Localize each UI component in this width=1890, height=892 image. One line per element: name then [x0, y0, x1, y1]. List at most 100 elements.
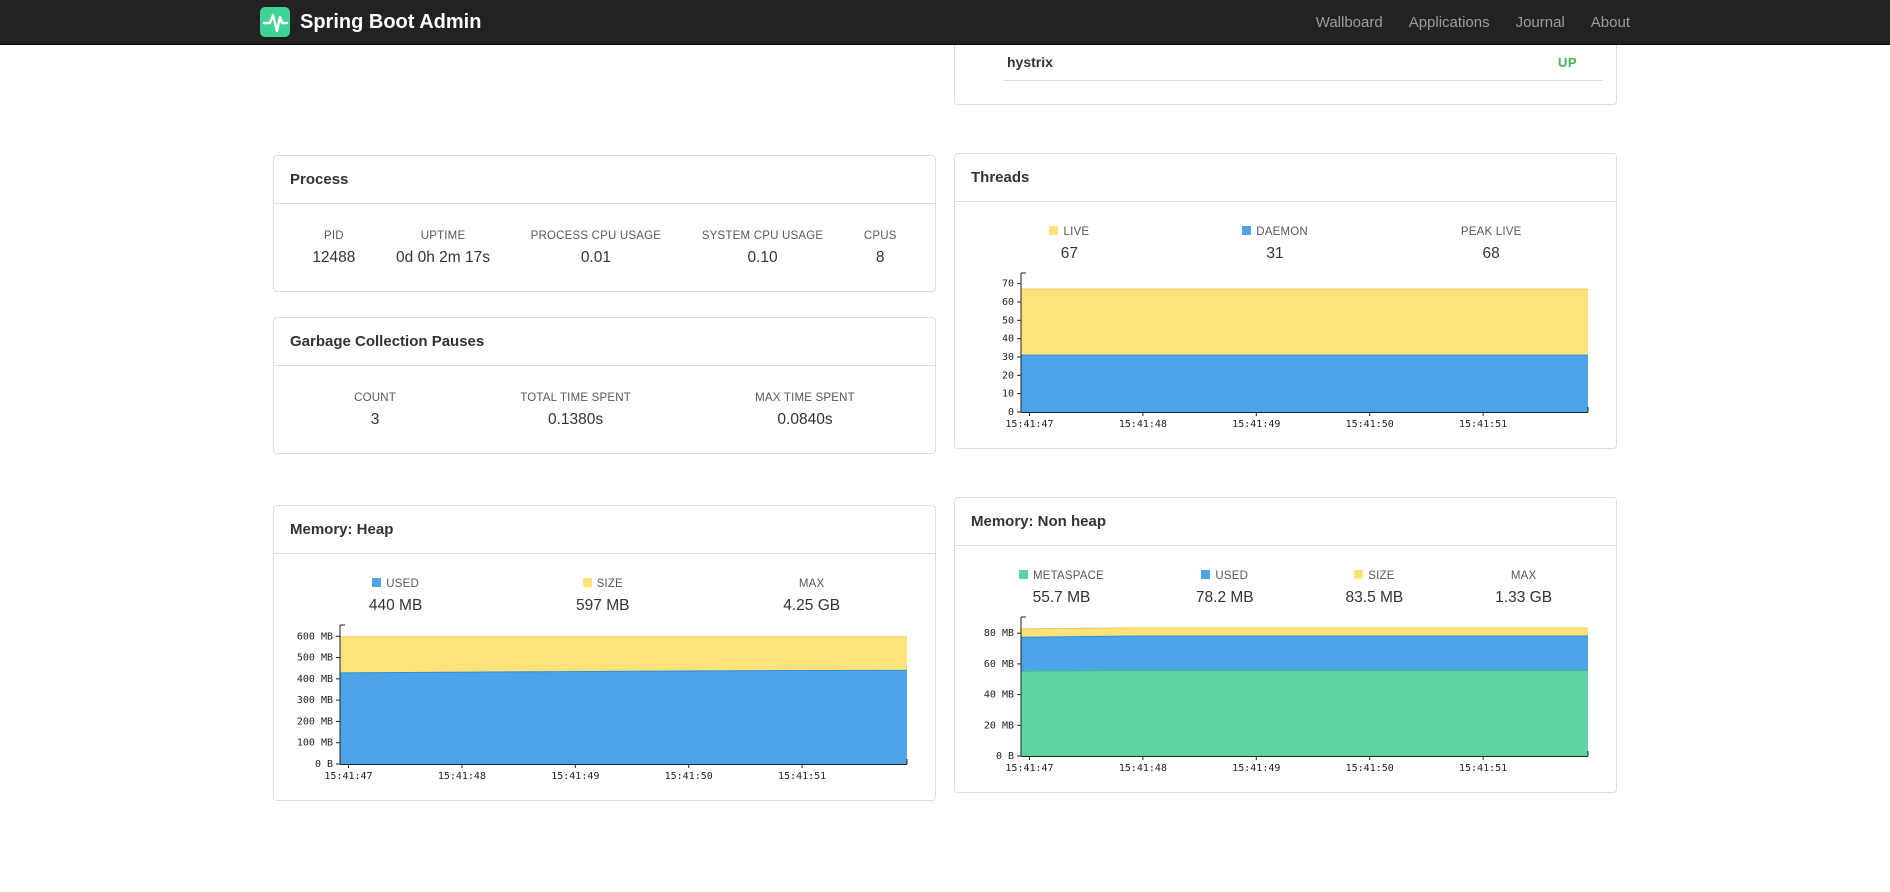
stat-heap-size: SIZE 597 MB	[576, 578, 629, 615]
heap-used-legend-swatch	[372, 578, 382, 587]
svg-text:40: 40	[1002, 334, 1014, 345]
nav-about[interactable]: About	[1591, 14, 1630, 31]
stat-daemon-value: 31	[1266, 245, 1284, 262]
stat-count-label: COUNT	[354, 392, 396, 404]
stat-uptime: UPTIME 0d 0h 2m 17s	[396, 230, 490, 267]
stat-system-cpu-usage: SYSTEM CPU USAGE 0.10	[702, 230, 823, 267]
stat-heap-used-label: USED	[369, 578, 422, 590]
application-row-hystrix[interactable]: hystrix UP	[1003, 45, 1603, 81]
stat-heap-used-value: 440 MB	[368, 597, 423, 614]
non-heap-legend: METASPACE 55.7 MB USED 78.2 MB SIZE 83.5…	[955, 546, 1616, 613]
stat-nonheap-max-label: MAX	[1510, 570, 1537, 582]
stat-process-cpu-usage-value: 0.01	[580, 249, 611, 266]
stat-heap-max: MAX 4.25 GB	[783, 578, 840, 615]
svg-text:80 MB: 80 MB	[984, 628, 1014, 639]
svg-text:15:41:48: 15:41:48	[1119, 763, 1167, 774]
right-column: hystrix UP Threads LIVE 67 DAEMON 31 PEA…	[954, 45, 1617, 793]
heap-legend: USED 440 MB SIZE 597 MB MAX 4.25 GB	[274, 554, 935, 621]
nav-links: Wallboard Applications Journal About	[1316, 14, 1630, 31]
stat-process-cpu-usage: PROCESS CPU USAGE 0.01	[531, 230, 662, 267]
svg-text:10: 10	[1002, 389, 1014, 400]
svg-text:15:41:50: 15:41:50	[1346, 763, 1394, 774]
svg-text:0 B: 0 B	[315, 759, 333, 770]
svg-text:400 MB: 400 MB	[297, 674, 333, 685]
stat-nonheap-used-value: 78.2 MB	[1195, 589, 1254, 606]
nav-wallboard[interactable]: Wallboard	[1316, 14, 1383, 31]
nonheap-size-legend-swatch	[1354, 570, 1364, 579]
svg-text:100 MB: 100 MB	[297, 738, 333, 749]
stat-cpus-label: CPUS	[863, 230, 897, 242]
memory-non-heap-panel: Memory: Non heap METASPACE 55.7 MB USED …	[954, 497, 1617, 793]
stat-peak-live-label: PEAK LIVE	[1460, 226, 1522, 238]
stat-system-cpu-usage-value: 0.10	[747, 249, 778, 266]
threads-chart: 0 10 20 30 40 50 60 70 15:41:47 15:41:48 15:41:49 1…	[965, 271, 1598, 436]
svg-text:15:41:47: 15:41:47	[1005, 763, 1053, 774]
left-column: Process PID 12488 UPTIME 0d 0h 2m 17s PR…	[273, 45, 936, 801]
garbage-collection-panel: Garbage Collection Pauses COUNT 3 TOTAL …	[273, 317, 936, 454]
nav-applications[interactable]: Applications	[1409, 14, 1490, 31]
svg-text:15:41:51: 15:41:51	[1459, 763, 1507, 774]
svg-text:15:41:50: 15:41:50	[665, 771, 713, 782]
svg-text:15:41:47: 15:41:47	[1005, 419, 1053, 430]
threads-panel: Threads LIVE 67 DAEMON 31 PEAK LIVE 68 0…	[954, 153, 1617, 449]
stat-nonheap-used-label: USED	[1196, 570, 1254, 582]
metaspace-legend-swatch	[1018, 570, 1028, 579]
process-stats: PID 12488 UPTIME 0d 0h 2m 17s PROCESS CP…	[274, 204, 935, 291]
stat-nonheap-size-label: SIZE	[1346, 570, 1404, 582]
stat-nonheap-max-value: 1.33 GB	[1495, 589, 1553, 606]
threads-legend: LIVE 67 DAEMON 31 PEAK LIVE 68	[955, 202, 1616, 269]
application-name: hystrix	[1007, 54, 1053, 70]
stat-total-time-spent-value: 0.1380s	[547, 411, 604, 428]
svg-text:20: 20	[1002, 370, 1014, 381]
threads-panel-title: Threads	[955, 154, 1616, 202]
stat-max-time-spent-label: MAX TIME SPENT	[755, 392, 855, 404]
stat-cpus: CPUS 8	[864, 230, 897, 267]
stat-peak-live: PEAK LIVE 68	[1461, 226, 1522, 263]
memory-heap-panel: Memory: Heap USED 440 MB SIZE 597 MB MAX…	[273, 505, 936, 801]
nav-journal[interactable]: Journal	[1516, 14, 1565, 31]
heap-memory-chart: 0 B 100 MB 200 MB 300 MB 400 MB 500 MB 600 MB 1…	[284, 623, 917, 788]
stat-nonheap-max: MAX 1.33 GB	[1495, 570, 1552, 607]
stat-nonheap-used: USED 78.2 MB	[1196, 570, 1254, 607]
main-content: Process PID 12488 UPTIME 0d 0h 2m 17s PR…	[273, 45, 1617, 801]
svg-text:15:41:51: 15:41:51	[1459, 419, 1507, 430]
svg-text:15:41:49: 15:41:49	[551, 771, 599, 782]
memory-heap-panel-title: Memory: Heap	[274, 506, 935, 554]
stat-metaspace-value: 55.7 MB	[1032, 589, 1091, 606]
svg-text:15:41:48: 15:41:48	[1119, 419, 1167, 430]
stat-heap-max-label: MAX	[798, 578, 825, 590]
svg-text:15:41:48: 15:41:48	[438, 771, 486, 782]
svg-text:15:41:51: 15:41:51	[778, 771, 826, 782]
brand-link[interactable]: Spring Boot Admin	[260, 7, 481, 37]
svg-text:20 MB: 20 MB	[984, 720, 1014, 731]
svg-text:15:41:49: 15:41:49	[1232, 763, 1280, 774]
non-heap-memory-chart: 0 B 20 MB 40 MB 60 MB 80 MB 15:41:47 15:41:48 1…	[965, 615, 1598, 780]
svg-text:300 MB: 300 MB	[297, 695, 333, 706]
svg-text:15:41:50: 15:41:50	[1346, 419, 1394, 430]
nonheap-used-legend-swatch	[1201, 570, 1211, 579]
stat-uptime-label: UPTIME	[420, 230, 466, 242]
stat-live-value: 67	[1060, 245, 1078, 262]
gc-panel-title: Garbage Collection Pauses	[274, 318, 935, 366]
brand-title: Spring Boot Admin	[300, 10, 482, 33]
stat-system-cpu-usage-label: SYSTEM CPU USAGE	[701, 230, 824, 242]
stat-max-time-spent: MAX TIME SPENT 0.0840s	[755, 392, 855, 429]
svg-text:0 B: 0 B	[996, 751, 1014, 762]
stat-metaspace-label: METASPACE	[1018, 570, 1104, 582]
stat-uptime-value: 0d 0h 2m 17s	[396, 249, 490, 266]
svg-text:500 MB: 500 MB	[297, 653, 333, 664]
heap-size-legend-swatch	[582, 578, 592, 587]
stat-live: LIVE 67	[1049, 226, 1089, 263]
stat-nonheap-size: SIZE 83.5 MB	[1346, 570, 1404, 607]
stat-pid-label: PID	[323, 230, 344, 242]
stat-daemon-label: DAEMON	[1242, 226, 1308, 238]
svg-text:50: 50	[1002, 315, 1014, 326]
stat-total-time-spent: TOTAL TIME SPENT 0.1380s	[520, 392, 631, 429]
stat-heap-size-value: 597 MB	[576, 597, 630, 614]
live-legend-swatch	[1049, 226, 1059, 235]
stat-process-cpu-usage-label: PROCESS CPU USAGE	[530, 230, 662, 242]
gc-stats: COUNT 3 TOTAL TIME SPENT 0.1380s MAX TIM…	[274, 366, 935, 453]
svg-text:70: 70	[1002, 279, 1014, 290]
stat-total-time-spent-label: TOTAL TIME SPENT	[520, 392, 631, 404]
stat-heap-max-value: 4.25 GB	[783, 597, 841, 614]
